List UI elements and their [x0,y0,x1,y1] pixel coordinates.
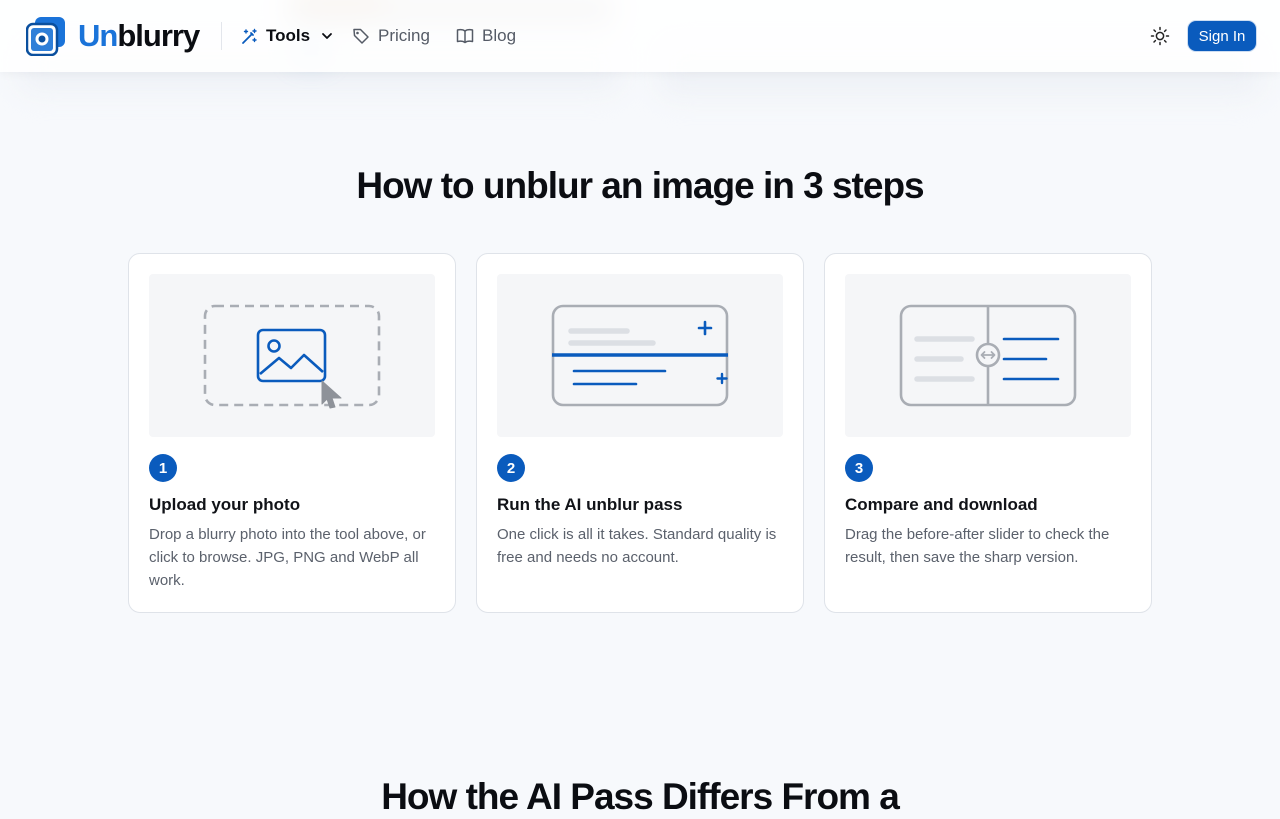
nav-tools-dropdown[interactable]: Tools [241,24,334,48]
upload-illustration [149,274,435,437]
step-title: Upload your photo [149,495,301,514]
brand-name[interactable]: Unblurry [78,17,200,55]
step-card-upload: 1 Upload your photo Drop a blurry photo … [128,253,456,613]
chevron-down-icon [322,33,332,39]
book-icon [456,28,474,44]
nav-pricing-link[interactable]: Pricing [352,24,430,48]
step-title: Run the AI unblur pass [497,495,683,514]
logo-icon[interactable] [26,16,66,56]
step-number: 1 [149,454,177,482]
wand-icon [242,28,257,44]
step-number: 3 [845,454,873,482]
brand-part-un: Un [78,18,118,53]
step-card-run: 2 Run the AI unblur pass One click is al… [476,253,804,613]
tag-icon [353,28,369,44]
sign-in-button[interactable]: Sign In [1188,21,1256,51]
sun-icon[interactable] [1150,26,1170,46]
next-section-title: How the AI Pass Differs From a [381,776,900,817]
nav-pricing-label: Pricing [378,26,430,45]
header-divider [221,22,222,50]
unblur-illustration [497,274,783,437]
step-title: Compare and download [845,495,1038,514]
step-description: Drag the before-after slider to check th… [845,526,1110,566]
site-header: Unblurry Tools Pricing Blog Sign In [0,0,1280,72]
nav-blog-label: Blog [482,26,517,45]
step-description: One click is all it takes. Standard qual… [497,526,777,566]
step-description: Drop a blurry photo into the tool above,… [149,526,426,589]
section-title: How to unblur an image in 3 steps [356,165,924,206]
step-card-compare: 3 Compare and download Drag the before-a… [824,253,1152,613]
compare-illustration [845,274,1131,437]
nav-tools-label: Tools [266,26,311,45]
brand-part-blurry: blurry [117,18,200,53]
step-number: 2 [497,454,525,482]
nav-blog-link[interactable]: Blog [456,24,516,48]
